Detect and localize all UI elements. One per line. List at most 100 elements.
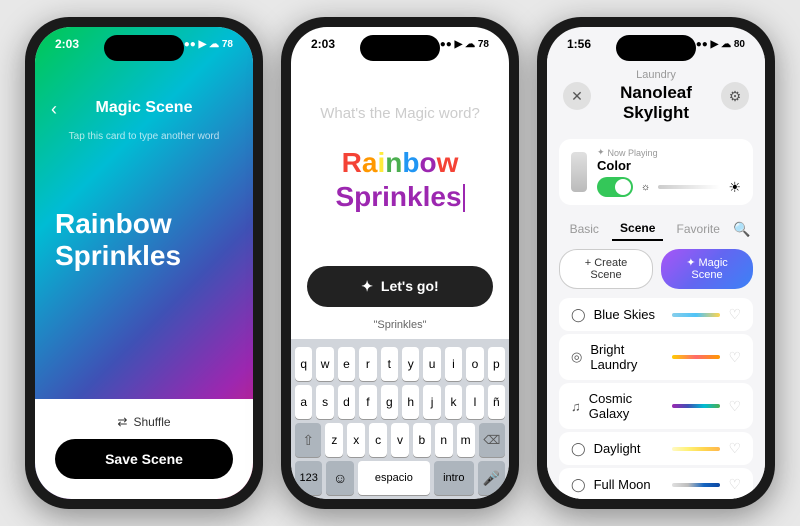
phone-2: 2:03 ●●● ▶ ☁ 78 What's the Magic word? R… — [281, 17, 519, 509]
tab-favorite[interactable]: Favorite — [669, 218, 728, 240]
key-i[interactable]: i — [445, 347, 462, 381]
text-cursor — [463, 184, 465, 212]
shift-key[interactable]: ⇧ — [295, 423, 321, 457]
scene-name: Bright Laundry — [590, 342, 672, 372]
scene-icon: ◯ — [571, 441, 586, 457]
favorite-icon[interactable]: ♡ — [728, 349, 741, 366]
scene-icon: ♫ — [571, 399, 581, 414]
shuffle-button[interactable]: ⇄ Shuffle — [55, 409, 233, 435]
key-u[interactable]: u — [423, 347, 440, 381]
magic-icon: ✦ — [361, 278, 373, 294]
brightness-slider[interactable] — [658, 185, 720, 189]
key-l[interactable]: l — [466, 385, 483, 419]
space-key[interactable]: espacio — [358, 461, 430, 495]
scene-icon: ◯ — [571, 307, 586, 323]
p3-header: ✕ Laundry Nanoleaf Skylight ⚙ — [547, 55, 765, 131]
settings-button[interactable]: ⚙ — [721, 82, 749, 110]
num-key[interactable]: 123 — [295, 461, 322, 495]
p1-header: ‹ Magic Scene — [35, 55, 253, 125]
p1-title: Magic Scene — [96, 99, 193, 117]
key-v[interactable]: v — [391, 423, 409, 457]
key-k[interactable]: k — [445, 385, 462, 419]
scene-item-daylight[interactable]: ◯ Daylight ♡ — [559, 432, 753, 465]
p3-toggle-row: ☼ ☀ — [597, 177, 741, 197]
key-o[interactable]: o — [466, 347, 483, 381]
back-button-1[interactable]: ‹ — [51, 99, 57, 120]
key-n-tilde[interactable]: ñ — [488, 385, 505, 419]
magic-scene-button[interactable]: ✦ Magic Scene — [661, 249, 753, 289]
phone1-content: 2:03 ●●● ▶ ☁ 78 ‹ Magic Scene Tap this c… — [35, 27, 253, 499]
key-z[interactable]: z — [325, 423, 343, 457]
p3-location: Laundry — [591, 69, 721, 81]
key-b[interactable]: b — [413, 423, 431, 457]
key-a[interactable]: a — [295, 385, 312, 419]
key-f[interactable]: f — [359, 385, 376, 419]
key-e[interactable]: e — [338, 347, 355, 381]
scene-item-cosmic-galaxy[interactable]: ♫ Cosmic Galaxy ♡ — [559, 383, 753, 429]
favorite-icon[interactable]: ♡ — [728, 306, 741, 323]
key-r[interactable]: r — [359, 347, 376, 381]
scene-item-bright-laundry[interactable]: ◎ Bright Laundry ♡ — [559, 334, 753, 380]
p2-sprinkles-word: Sprinkles — [335, 180, 464, 214]
key-c[interactable]: c — [369, 423, 387, 457]
key-m[interactable]: m — [457, 423, 475, 457]
p3-device-info: ✦ Now Playing Color ☼ ☀ — [597, 147, 741, 197]
status-time-3: 1:56 — [567, 37, 591, 51]
scene-name: Cosmic Galaxy — [589, 391, 673, 421]
power-toggle[interactable] — [597, 177, 633, 197]
favorite-icon[interactable]: ♡ — [728, 476, 741, 493]
save-scene-button[interactable]: Save Scene — [55, 439, 233, 479]
key-y[interactable]: y — [402, 347, 419, 381]
lets-go-button[interactable]: ✦ Let's go! — [307, 266, 493, 307]
status-icons-2: ●●● ▶ ☁ 78 — [434, 39, 489, 50]
kb-row-1: q w e r t y u i o p — [295, 347, 505, 381]
tab-scene[interactable]: Scene — [612, 217, 663, 241]
favorite-icon[interactable]: ♡ — [728, 440, 741, 457]
status-icons-1: ●●● ▶ ☁ 78 — [178, 39, 233, 50]
p3-header-icons: ✕ Laundry Nanoleaf Skylight ⚙ — [563, 69, 749, 123]
phone-3: 1:56 ●●● ▶ ☁ 80 ✕ Laundry Nanoleaf Skyli… — [537, 17, 775, 509]
close-button[interactable]: ✕ — [563, 82, 591, 110]
emoji-key[interactable]: ☺ — [326, 461, 353, 495]
scene-item-full-moon[interactable]: ◯ Full Moon ♡ — [559, 468, 753, 499]
search-icon[interactable]: 🔍 — [733, 221, 750, 238]
kb-row-3: ⇧ z x c v b n m ⌫ — [295, 423, 505, 457]
favorite-icon[interactable]: ♡ — [728, 398, 741, 415]
scene-color-bar — [672, 313, 720, 317]
scene-icon: ◯ — [571, 477, 586, 493]
create-scene-button[interactable]: + Create Scene — [559, 249, 653, 289]
p3-tabs: Basic Scene Favorite 🔍 — [547, 213, 765, 245]
key-s[interactable]: s — [316, 385, 333, 419]
p2-suggestion: "Sprinkles" — [291, 315, 509, 335]
status-time-2: 2:03 — [311, 37, 335, 51]
key-g[interactable]: g — [381, 385, 398, 419]
key-d[interactable]: d — [338, 385, 355, 419]
key-n[interactable]: n — [435, 423, 453, 457]
scene-name: Daylight — [594, 441, 673, 456]
scene-color-bar — [672, 355, 720, 359]
key-q[interactable]: q — [295, 347, 312, 381]
key-t[interactable]: t — [381, 347, 398, 381]
key-w[interactable]: w — [316, 347, 333, 381]
key-x[interactable]: x — [347, 423, 365, 457]
key-j[interactable]: j — [423, 385, 440, 419]
intro-key[interactable]: intro — [434, 461, 474, 495]
status-icons-3: ●●● ▶ ☁ 80 — [690, 39, 745, 50]
p3-actions: + Create Scene ✦ Magic Scene — [547, 245, 765, 295]
scene-name: Blue Skies — [594, 307, 673, 322]
scene-color-bar — [672, 483, 720, 487]
delete-key[interactable]: ⌫ — [479, 423, 505, 457]
scene-icon: ◎ — [571, 349, 582, 365]
p2-rainbow-word: Rainbow — [342, 146, 459, 180]
mic-key[interactable]: 🎤 — [478, 461, 505, 495]
scene-item-blue-skies[interactable]: ◯ Blue Skies ♡ — [559, 298, 753, 331]
keyboard[interactable]: q w e r t y u i o p a s d f g h — [291, 339, 509, 499]
status-time-1: 2:03 — [55, 37, 79, 51]
key-h[interactable]: h — [402, 385, 419, 419]
p3-device-section: ✦ Now Playing Color ☼ ☀ — [559, 139, 753, 205]
p3-scenes-list: ◯ Blue Skies ♡ ◎ Bright Laundry ♡ ♫ Cosm… — [547, 295, 765, 499]
tab-basic[interactable]: Basic — [562, 218, 607, 240]
brightness-high-icon: ☀ — [728, 179, 741, 196]
dynamic-island-2 — [360, 35, 440, 61]
key-p[interactable]: p — [488, 347, 505, 381]
